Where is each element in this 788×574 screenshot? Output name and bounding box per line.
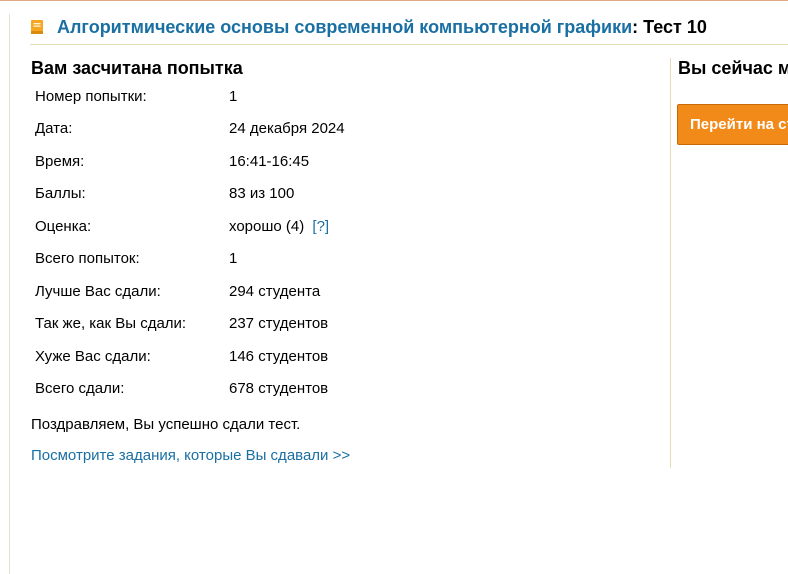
- page-header: Алгоритмические основы современной компь…: [31, 17, 707, 38]
- row-value: 24 декабря 2024: [229, 120, 345, 138]
- row-label: Всего попыток:: [35, 250, 140, 268]
- top-border: [0, 0, 788, 1]
- row-label: Оценка:: [35, 217, 92, 235]
- table-row: Номер попытки: 1: [35, 80, 655, 113]
- row-label: Дата:: [35, 120, 73, 138]
- row-value: 1: [229, 87, 238, 105]
- row-value: 237 студентов: [229, 315, 329, 333]
- row-label: Всего сдали:: [35, 380, 125, 398]
- row-value: 146 студентов: [229, 347, 329, 365]
- view-tasks-link[interactable]: Посмотрите задания, которые Вы сдавали >…: [31, 447, 350, 464]
- row-value: хорошо (4) [?]: [229, 218, 329, 235]
- row-label: Лучше Вас сдали:: [35, 282, 161, 300]
- table-row: Оценка: хорошо (4) [?]: [35, 210, 655, 243]
- grade-help-link[interactable]: [?]: [312, 218, 329, 235]
- row-value: 294 студента: [229, 282, 321, 300]
- book-icon: [31, 19, 43, 34]
- row-label: Так же, как Вы сдали:: [35, 315, 187, 333]
- row-label: Номер попытки:: [35, 87, 147, 105]
- course-title-link[interactable]: Алгоритмические основы современной компь…: [57, 17, 632, 38]
- sidebar-title: Вы сейчас м: [678, 58, 788, 78]
- row-label: Время:: [35, 152, 85, 170]
- row-label: Хуже Вас сдали:: [35, 347, 151, 365]
- row-value: 678 студентов: [229, 380, 329, 398]
- table-row: Баллы: 83 из 100: [35, 178, 655, 211]
- table-row: Лучше Вас сдали: 294 студента: [35, 275, 655, 308]
- section-title: Вам засчитана попытка: [31, 58, 243, 78]
- table-row: Так же, как Вы сдали: 237 студентов: [35, 308, 655, 341]
- row-value: 1: [229, 250, 238, 268]
- row-value: 16:41-16:45: [229, 152, 310, 170]
- congrats-message: Поздравляем, Вы успешно сдали тест.: [31, 416, 301, 433]
- table-row: Хуже Вас сдали: 146 студентов: [35, 340, 655, 373]
- table-row: Всего попыток: 1: [35, 243, 655, 276]
- results-table: Номер попытки: 1 Дата: 24 декабря 2024 В…: [35, 80, 655, 405]
- table-row: Всего сдали: 678 студентов: [35, 373, 655, 406]
- left-rule: [9, 14, 10, 574]
- header-divider: [30, 44, 788, 45]
- table-row: Время: 16:41-16:45: [35, 145, 655, 178]
- column-divider: [670, 58, 671, 468]
- test-name: : Тест 10: [632, 17, 707, 37]
- row-label: Баллы:: [35, 185, 86, 203]
- table-row: Дата: 24 декабря 2024: [35, 113, 655, 146]
- go-to-button[interactable]: Перейти на ст: [677, 104, 788, 145]
- grade-value: хорошо (4): [229, 217, 305, 235]
- row-value: 83 из 100: [229, 185, 295, 203]
